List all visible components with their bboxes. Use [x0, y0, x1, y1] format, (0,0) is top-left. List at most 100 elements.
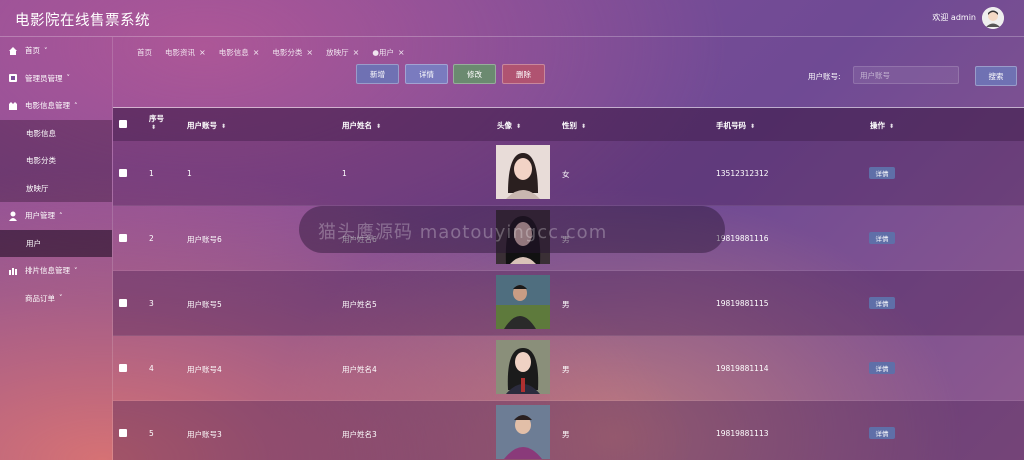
cell-index: 1: [149, 169, 154, 178]
cell-account: 1: [187, 169, 192, 178]
user-avatar-image: [496, 340, 550, 394]
add-button[interactable]: 新增: [356, 64, 399, 84]
search-input[interactable]: [853, 66, 959, 84]
cell-phone: 19819881114: [716, 364, 769, 373]
sort-icon[interactable]: ⬍: [581, 123, 586, 130]
chevron-down-icon: ˅: [74, 266, 78, 275]
sidebar-item-label: 排片信息管理: [25, 266, 70, 276]
row-detail-button[interactable]: 详情: [869, 427, 895, 439]
top-header: 电影院在线售票系统 欢迎 admin: [0, 0, 1024, 37]
header-label: 用户账号: [187, 121, 217, 130]
header-action[interactable]: 操作 ⬍: [870, 120, 894, 131]
cell-index: 5: [149, 429, 154, 438]
cell-index: 2: [149, 234, 154, 243]
sidebar-item-hall[interactable]: 放映厅: [0, 174, 112, 202]
delete-button[interactable]: 删除: [502, 64, 545, 84]
sort-icon[interactable]: ⬍: [750, 123, 755, 130]
cell-index: 3: [149, 299, 154, 308]
sidebar-item-schedule[interactable]: 排片信息管理 ˅: [0, 257, 112, 285]
sidebar-item-film-category[interactable]: 电影分类: [0, 147, 112, 175]
watermark-text: 猫头鹰源码 maotouyingcc.com: [318, 222, 608, 243]
sidebar-item-label: 首页: [25, 46, 40, 56]
row-detail-button[interactable]: 详情: [869, 362, 895, 374]
select-all-checkbox[interactable]: [119, 120, 127, 128]
chevron-down-icon: ˅: [44, 46, 48, 55]
admin-avatar[interactable]: [982, 7, 1004, 29]
sidebar-item-film-info[interactable]: 电影信息: [0, 119, 112, 147]
cell-gender: 女: [562, 170, 570, 179]
welcome-text: 欢迎 admin: [932, 13, 976, 22]
row-detail-button[interactable]: 详情: [869, 167, 895, 179]
detail-button[interactable]: 详情: [405, 64, 448, 84]
header-label: 操作: [870, 121, 885, 130]
close-icon[interactable]: ×: [253, 48, 260, 57]
sidebar-item-film-management[interactable]: 电影信息管理 ˄: [0, 92, 112, 120]
sort-icon[interactable]: ⬍: [376, 123, 381, 130]
row-detail-button[interactable]: 详情: [869, 232, 895, 244]
user-avatar-image: [496, 145, 550, 199]
app-title: 电影院在线售票系统: [15, 13, 150, 29]
table-row[interactable]: 4 用户账号4 用户姓名4 男 19819881114 详情: [113, 336, 1024, 401]
cell-account: 用户账号5: [187, 300, 222, 309]
sidebar-item-orders[interactable]: 商品订单 ˅: [0, 285, 112, 313]
cell-name: 1: [342, 169, 347, 178]
header-label: 序号: [149, 114, 164, 123]
row-checkbox[interactable]: [119, 169, 127, 177]
tab-film-category[interactable]: 电影分类 ×: [272, 47, 313, 58]
sidebar-item-label: 管理员管理: [25, 73, 63, 83]
row-checkbox[interactable]: [119, 364, 127, 372]
tab-film-news[interactable]: 电影资讯 ×: [165, 47, 206, 58]
sidebar-item-user-management[interactable]: 用户管理 ˄: [0, 202, 112, 230]
tab-users[interactable]: ●用户 ×: [372, 47, 404, 58]
header-gender[interactable]: 性别 ⬍: [562, 120, 586, 131]
sort-icon[interactable]: ⬍: [516, 123, 521, 130]
header-avatar[interactable]: 头像 ⬍: [497, 120, 521, 131]
table-header: 序号 ⬍ 用户账号 ⬍ 用户姓名 ⬍ 头像 ⬍ 性别 ⬍ 手机号码 ⬍ 操作 ⬍: [113, 108, 1024, 141]
cell-index: 4: [149, 364, 154, 373]
row-detail-button[interactable]: 详情: [869, 297, 895, 309]
header-account[interactable]: 用户账号 ⬍: [187, 120, 226, 131]
header-index[interactable]: 序号 ⬍: [149, 113, 164, 131]
cell-name: 用户姓名5: [342, 300, 377, 309]
row-checkbox[interactable]: [119, 429, 127, 437]
tab-hall[interactable]: 放映厅 ×: [326, 47, 359, 58]
sidebar-item-users[interactable]: 用户: [0, 229, 112, 257]
sidebar-item-admin[interactable]: 管理员管理 ˅: [0, 65, 112, 93]
table-row[interactable]: 5 用户账号3 用户姓名3 男 19819881113 详情: [113, 401, 1024, 460]
avatar-icon: [982, 7, 1004, 29]
row-checkbox[interactable]: [119, 299, 127, 307]
sort-icon[interactable]: ⬍: [889, 123, 894, 130]
close-icon[interactable]: ×: [398, 48, 405, 57]
tab-film-info[interactable]: 电影信息 ×: [219, 47, 260, 58]
chevron-down-icon: ˅: [59, 294, 63, 303]
close-icon[interactable]: ×: [306, 48, 313, 57]
user-icon: [9, 211, 17, 221]
header-label: 性别: [562, 121, 577, 130]
header-name[interactable]: 用户姓名 ⬍: [342, 120, 381, 131]
user-table: 序号 ⬍ 用户账号 ⬍ 用户姓名 ⬍ 头像 ⬍ 性别 ⬍ 手机号码 ⬍ 操作 ⬍ 1 1 1…: [113, 107, 1024, 460]
close-icon[interactable]: ×: [199, 48, 206, 57]
sort-icon[interactable]: ⬍: [221, 123, 226, 130]
row-checkbox[interactable]: [119, 234, 127, 242]
header-phone[interactable]: 手机号码 ⬍: [716, 120, 755, 131]
cell-gender: 男: [562, 300, 570, 309]
cell-name: 用户姓名3: [342, 430, 377, 439]
cell-phone: 13512312312: [716, 169, 769, 178]
cell-account: 用户账号3: [187, 430, 222, 439]
cell-account: 用户账号6: [187, 235, 222, 244]
chevron-up-icon: ˄: [74, 101, 78, 110]
cell-phone: 19819881115: [716, 299, 769, 308]
home-icon: [9, 46, 17, 55]
tab-home[interactable]: 首页: [137, 47, 152, 58]
table-row[interactable]: 3 用户账号5 用户姓名5 男 19819881115 详情: [113, 271, 1024, 336]
header-label: 头像: [497, 121, 512, 130]
close-icon[interactable]: ×: [353, 48, 360, 57]
edit-button[interactable]: 修改: [453, 64, 496, 84]
sort-icon[interactable]: ⬍: [151, 124, 164, 131]
sidebar-item-home[interactable]: 首页 ˅: [0, 37, 112, 65]
table-row[interactable]: 1 1 1 女 13512312312 详情: [113, 141, 1024, 206]
tab-label: ●用户: [372, 48, 394, 57]
user-avatar-image: [496, 405, 550, 459]
search-label: 用户账号:: [808, 72, 841, 81]
search-button[interactable]: 搜索: [975, 66, 1017, 86]
